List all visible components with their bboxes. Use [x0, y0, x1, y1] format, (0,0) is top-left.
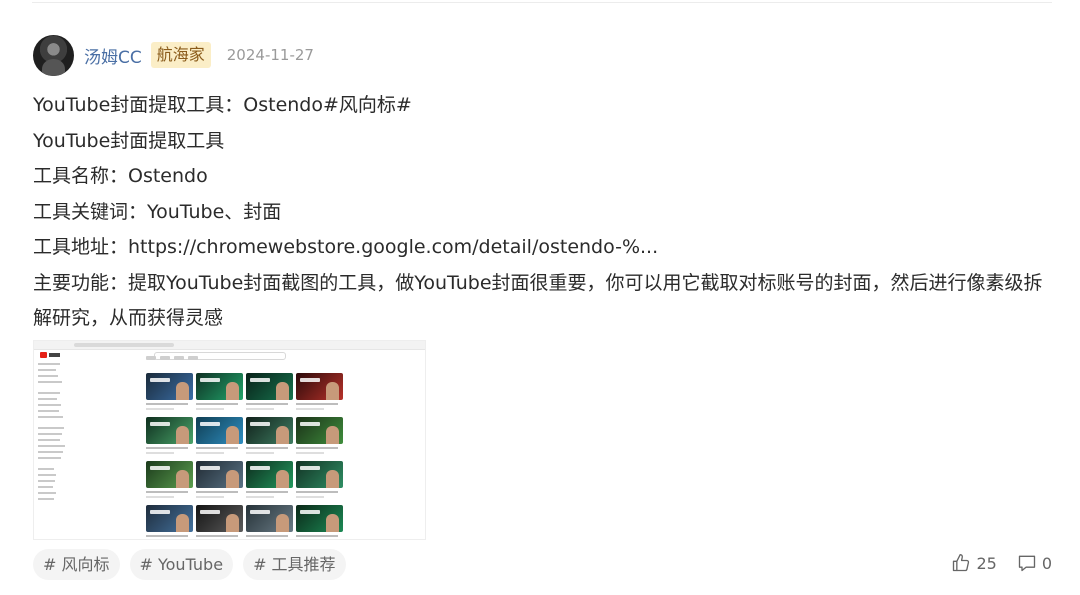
- tag-youtube[interactable]: # YouTube: [129, 549, 234, 580]
- image-filter-tabs: [146, 356, 198, 360]
- image-browser-bar: [34, 341, 425, 350]
- image-video-thumbnail: [296, 461, 343, 488]
- image-video-card: [196, 461, 243, 505]
- image-video-card: [146, 505, 193, 539]
- image-video-thumbnail: [196, 505, 243, 532]
- tag-tool-recommend[interactable]: # 工具推荐: [243, 549, 346, 580]
- post-date: 2024-11-27: [226, 46, 314, 64]
- image-video-card: [196, 505, 243, 539]
- image-address-bar: [74, 343, 174, 347]
- tag-fengxiangbiao[interactable]: # 风向标: [33, 549, 120, 580]
- comment-count: 0: [1041, 553, 1052, 573]
- image-video-card: [296, 505, 343, 539]
- image-video-card: [146, 417, 193, 461]
- image-video-thumbnail: [146, 461, 193, 488]
- image-video-card: [246, 505, 293, 539]
- avatar[interactable]: [33, 34, 74, 76]
- tool-name-line: 工具名称：Ostendo: [33, 165, 208, 187]
- image-video-thumbnail: [246, 461, 293, 488]
- post-subtitle-line: YouTube封面提取工具: [33, 129, 225, 152]
- author-badge: 航海家: [150, 42, 211, 68]
- tag-list: # 风向标 # YouTube # 工具推荐: [33, 549, 346, 580]
- image-video-card: [296, 417, 343, 461]
- tool-keywords-line: 工具关键词：YouTube、封面: [33, 200, 282, 223]
- post-header: 汤姆CC 航海家 2024-11-27: [33, 34, 314, 76]
- author-name[interactable]: 汤姆CC: [84, 43, 142, 68]
- tool-feature-line: 主要功能：提取YouTube封面截图的工具，做YouTube封面很重要，你可以用…: [33, 271, 1043, 330]
- post-card: 汤姆CC 航海家 2024-11-27 YouTube封面提取工具：Ostend…: [0, 0, 1080, 595]
- post-content: YouTube封面提取工具：Ostendo#风向标# YouTube封面提取工具…: [33, 88, 1048, 337]
- image-video-thumbnail: [246, 417, 293, 444]
- image-video-thumbnail: [246, 373, 293, 400]
- image-video-card: [296, 461, 343, 505]
- image-video-card: [246, 373, 293, 417]
- comment-button[interactable]: 0: [1017, 553, 1052, 573]
- post-actions: 25 0: [951, 553, 1052, 573]
- image-video-card: [296, 373, 343, 417]
- image-video-thumbnail: [296, 417, 343, 444]
- image-video-thumbnail: [196, 461, 243, 488]
- image-sidebar: [38, 363, 68, 504]
- image-video-thumbnail: [196, 417, 243, 444]
- image-video-thumbnail: [146, 373, 193, 400]
- image-video-thumbnail: [146, 505, 193, 532]
- top-divider: [32, 2, 1052, 3]
- post-title-line: YouTube封面提取工具：Ostendo#风向标#: [33, 94, 412, 116]
- like-button[interactable]: 25: [951, 553, 997, 573]
- image-youtube-logo: [40, 352, 60, 358]
- image-video-card: [196, 373, 243, 417]
- image-video-card: [246, 417, 293, 461]
- thumbs-up-icon: [953, 554, 970, 572]
- image-video-thumbnail: [196, 373, 243, 400]
- image-video-thumbnail: [296, 505, 343, 532]
- comment-icon: [1018, 555, 1035, 572]
- image-video-thumbnail: [246, 505, 293, 532]
- tool-url-line: 工具地址：https://chromewebstore.google.com/d…: [33, 236, 659, 258]
- image-video-card: [146, 461, 193, 505]
- post-image[interactable]: [33, 340, 426, 540]
- image-video-thumbnail: [146, 417, 193, 444]
- image-video-card: [146, 373, 193, 417]
- like-count: 25: [976, 553, 997, 573]
- image-video-card: [196, 417, 243, 461]
- image-video-thumbnail: [296, 373, 343, 400]
- image-video-card: [246, 461, 293, 505]
- image-video-grid: [146, 373, 346, 539]
